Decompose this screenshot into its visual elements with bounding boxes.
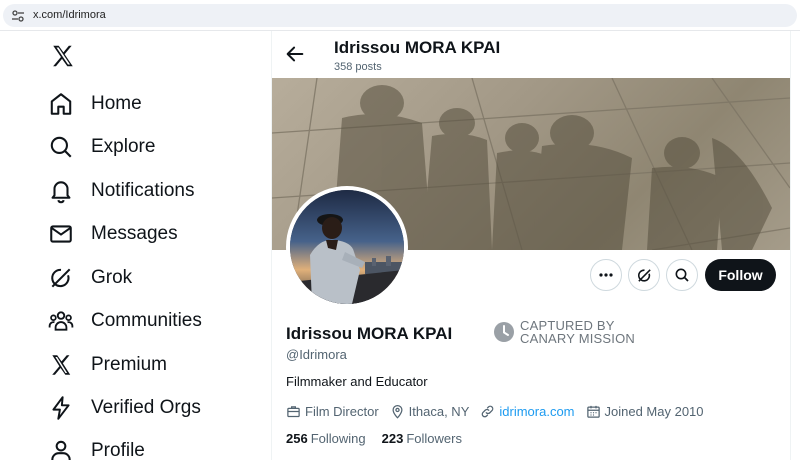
nav-premium[interactable]: Premium [48,347,248,383]
nav-label: Home [91,93,142,114]
grok-icon [51,268,71,288]
following-link[interactable]: 256 Following [286,431,366,446]
nav-messages[interactable]: Messages [48,216,248,252]
location-text: Ithaca, NY [408,403,470,419]
joined-text: Joined May 2010 [604,403,704,419]
clock-icon [494,322,514,342]
avatar-image [290,190,404,304]
calendar-icon [586,405,600,418]
canary-mission-badge: CAPTURED BY CANARY MISSION [493,319,635,345]
address-field[interactable]: x.com/Idrimora [3,4,797,27]
nav-explore[interactable]: Explore [48,129,248,165]
lightning-icon [52,396,70,420]
profile-meta: Film Director Ithaca, NY idrimora.com Jo… [286,402,715,420]
nav-label: Notifications [91,180,195,201]
search-profile-button[interactable] [666,259,698,291]
following-count: 256 [286,431,308,446]
website-link[interactable]: idrimora.com [499,404,574,419]
profile-handle: @Idrimora [286,347,347,362]
search-icon [50,136,72,158]
nav-grok[interactable]: Grok [48,260,248,296]
person-icon [51,440,71,460]
nav-label: Messages [91,223,178,244]
followers-label: Followers [406,431,462,446]
url-text: x.com/Idrimora [33,9,106,21]
follow-counts: 256 Following 223 Followers [286,431,478,446]
x-logo-icon [52,355,71,375]
follow-button[interactable]: Follow [705,259,776,291]
profession-text: Film Director [305,403,379,419]
site-settings-icon[interactable] [11,9,25,23]
nav-label: Communities [91,310,202,331]
sidebar: Home Explore Notifications Messages Grok… [0,31,272,460]
location-item: Ithaca, NY [390,403,470,419]
back-arrow-icon[interactable] [284,43,306,65]
more-dots-icon [599,273,613,277]
home-icon [50,93,72,115]
bell-icon [51,181,71,204]
nav-verified-orgs[interactable]: Verified Orgs [48,390,248,426]
joined-item: Joined May 2010 [586,404,704,419]
header-name: Idrissou MORA KPAI [334,38,501,57]
link-icon [482,405,494,417]
nav-notifications[interactable]: Notifications [48,173,248,209]
nav-profile[interactable]: Profile [48,433,248,460]
grok-button[interactable] [628,259,660,291]
avatar[interactable] [286,186,408,308]
x-logo-icon[interactable] [50,43,76,69]
envelope-icon [50,225,72,243]
location-pin-icon [392,404,403,419]
nav-label: Premium [91,354,168,375]
grok-icon [637,268,651,282]
nav-label: Profile [91,440,145,460]
header-post-count: 358 posts [334,61,382,73]
nav-label: Explore [91,136,156,157]
nav-label: Verified Orgs [91,397,201,418]
followers-link[interactable]: 223 Followers [382,431,462,446]
column-divider [790,31,791,460]
profession-item: Film Director [286,404,379,419]
profile-name: Idrissou MORA KPAI [286,324,453,343]
nav-home[interactable]: Home [48,86,248,122]
following-label: Following [310,431,366,446]
profile-bio: Filmmaker and Educator [286,374,428,389]
followers-count: 223 [381,431,404,446]
nav-communities[interactable]: Communities [48,303,248,339]
nav-label: Grok [91,267,133,288]
browser-url-bar: x.com/Idrimora [0,0,800,31]
briefcase-icon [287,405,300,417]
more-options-button[interactable] [590,259,622,291]
profile-column: Idrissou MORA KPAI 358 posts Follow Idri… [272,31,790,460]
website-item[interactable]: idrimora.com [480,404,575,419]
people-icon [48,311,74,331]
badge-line-2: CANARY MISSION [520,331,636,346]
search-icon [675,268,689,282]
